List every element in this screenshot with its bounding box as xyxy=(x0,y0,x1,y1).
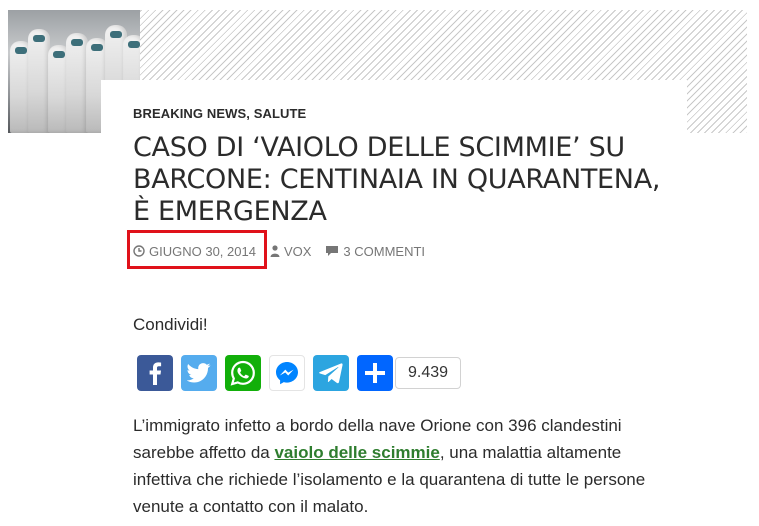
share-messenger-button[interactable] xyxy=(269,355,305,391)
whatsapp-icon xyxy=(230,360,255,386)
category-link-breaking-news[interactable]: BREAKING NEWS xyxy=(133,106,246,121)
share-more-button[interactable] xyxy=(357,355,393,391)
author-link[interactable]: VOX xyxy=(270,244,311,259)
article-body-paragraph: L’immigrato infetto a bordo della nave O… xyxy=(133,412,653,520)
share-whatsapp-button[interactable] xyxy=(225,355,261,391)
comment-icon xyxy=(326,246,339,256)
share-facebook-button[interactable] xyxy=(137,355,173,391)
date-highlight-box xyxy=(127,230,267,269)
plus-icon xyxy=(365,363,385,383)
category-link-salute[interactable]: SALUTE xyxy=(254,106,307,121)
comments-count: 3 COMMENTI xyxy=(343,243,426,259)
category-separator: , xyxy=(246,106,254,121)
messenger-icon xyxy=(276,362,298,385)
telegram-icon xyxy=(319,363,343,384)
body-link-vaiolo[interactable]: vaiolo delle scimmie xyxy=(274,443,439,462)
twitter-icon xyxy=(187,363,211,383)
share-heading: Condividi! xyxy=(133,315,208,334)
comments-link[interactable]: 3 COMMENTI xyxy=(325,244,425,259)
user-icon xyxy=(270,245,280,257)
share-telegram-button[interactable] xyxy=(313,355,349,391)
facebook-icon xyxy=(149,362,162,385)
share-count: 9.439 xyxy=(395,357,461,389)
share-buttons: 9.439 xyxy=(137,355,461,391)
article-title: CASO DI ‘VAIOLO DELLE SCIMMIE’ SU BARCON… xyxy=(133,132,661,227)
article-categories: BREAKING NEWS, SALUTE xyxy=(133,106,306,121)
share-twitter-button[interactable] xyxy=(181,355,217,391)
author-name: VOX xyxy=(283,243,312,259)
